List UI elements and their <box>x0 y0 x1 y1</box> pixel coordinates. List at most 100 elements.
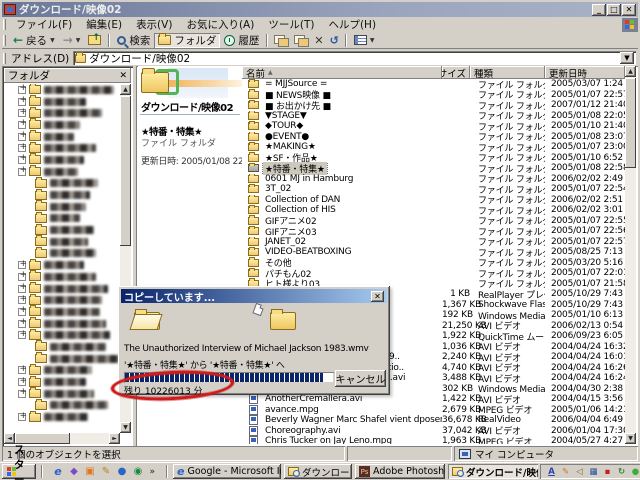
quick-launch-chevron-icon[interactable]: » <box>148 467 158 477</box>
undo-button[interactable]: ↺ <box>327 33 342 48</box>
tree-item[interactable] <box>4 106 120 119</box>
tree-scroll-thumb[interactable] <box>120 96 131 246</box>
table-row[interactable]: GIFアニメ03 ファイル フォルダ 2005/01/07 22:56 <box>242 225 625 238</box>
forward-button[interactable]: → ▼ <box>59 33 85 48</box>
tree-item[interactable] <box>4 317 120 330</box>
table-row[interactable]: JANET_02 ファイル フォルダ 2005/01/07 22:57 <box>242 236 625 248</box>
table-row[interactable]: Collection of DAN ファイル フォルダ 2006/02/02 2:5… <box>242 194 625 206</box>
tree-item[interactable] <box>4 387 120 400</box>
scroll-down-icon[interactable]: ▼ <box>120 422 131 433</box>
dialog-close-icon[interactable]: ✕ <box>371 290 384 302</box>
cancel-button[interactable]: キャンセル <box>335 370 386 387</box>
task-button-0[interactable]: eGoogle - Microsoft In.. <box>173 464 282 479</box>
tree-item[interactable] <box>4 246 120 260</box>
scroll-up-icon[interactable]: ▲ <box>625 66 636 77</box>
back-button[interactable]: ← 戻る ▼ <box>9 33 59 48</box>
column-header-type[interactable]: 種類 <box>470 66 545 79</box>
up-button[interactable] <box>84 33 105 48</box>
tree-close-icon[interactable]: ✕ <box>119 71 127 81</box>
scroll-down-icon[interactable]: ▼ <box>625 433 636 444</box>
tree-item[interactable] <box>4 352 120 365</box>
search-button[interactable]: 検索 <box>113 33 154 48</box>
expand-plus-icon[interactable] <box>18 411 27 422</box>
task-button-2[interactable]: PsAdobe Photoshop Lim.. <box>355 464 446 479</box>
outlook-launch-icon[interactable]: ◆ <box>68 465 81 478</box>
maximize-button[interactable]: □ <box>607 3 621 16</box>
rebar-grip[interactable] <box>3 52 6 64</box>
expand-plus-icon[interactable] <box>18 130 27 141</box>
forward-dropdown-icon[interactable]: ▼ <box>76 37 81 44</box>
back-dropdown-icon[interactable]: ▼ <box>50 37 55 44</box>
atok-icon[interactable]: ● <box>630 466 640 477</box>
menu-item-0[interactable]: ファイル(F) <box>9 16 79 33</box>
menu-item-3[interactable]: お気に入り(A) <box>179 16 261 33</box>
expand-plus-icon[interactable] <box>18 142 27 153</box>
tree-item[interactable] <box>4 270 120 283</box>
tree-item[interactable] <box>4 235 120 248</box>
app-tray-icon[interactable]: ▪ <box>602 466 613 477</box>
task-button-3[interactable]: ダウンロード/映像02 <box>448 464 539 479</box>
window-titlebar[interactable]: ダウンロード/映像02 _ □ ✕ <box>2 2 638 17</box>
table-row[interactable]: avance.mpg 2,679 KB MPEG ビデオ 2005/01/06 14:… <box>242 404 625 416</box>
table-row[interactable]: ■ お出かけ先 ■ ファイル フォルダ 2007/01/12 21:40 <box>242 99 625 112</box>
table-row[interactable]: Choreography.avi 37,042 KB AVI ビデオ 2006/01/… <box>242 425 625 437</box>
tree-item[interactable] <box>4 328 120 341</box>
tree-item[interactable] <box>4 130 120 143</box>
start-button[interactable]: スタート <box>2 444 36 480</box>
expand-plus-icon[interactable] <box>18 294 27 305</box>
tree-item[interactable] <box>4 153 120 166</box>
menu-item-4[interactable]: ツール(T) <box>261 16 321 33</box>
column-header-date[interactable]: 更新日時 <box>545 66 625 79</box>
sync-icon[interactable]: ↻ <box>616 466 627 477</box>
expand-plus-icon[interactable] <box>18 305 27 316</box>
move-to-button[interactable] <box>271 33 291 48</box>
expand-plus-icon[interactable] <box>18 165 27 176</box>
scroll-up-icon[interactable]: ▲ <box>120 84 131 95</box>
messenger-launch-icon[interactable]: ● <box>116 465 129 478</box>
scroll-right-icon[interactable]: ► <box>109 433 120 444</box>
column-header-size[interactable]: サイズ <box>442 66 470 79</box>
address-input[interactable]: ダウンロード/映像02 ▼ <box>73 51 636 65</box>
tree-item[interactable] <box>4 84 120 96</box>
close-button[interactable]: ✕ <box>622 3 636 16</box>
expand-plus-icon[interactable] <box>18 84 27 94</box>
history-button[interactable]: 履歴 <box>220 33 263 48</box>
table-row[interactable]: ◆TOUR◆ ファイル フォルダ 2005/01/10 21:40 <box>242 121 625 133</box>
address-dropdown-icon[interactable]: ▼ <box>620 52 634 64</box>
ime-icon[interactable]: A <box>546 466 557 477</box>
table-row[interactable]: 3T_02 ファイル フォルダ 2005/01/07 22:54 <box>242 184 625 196</box>
expand-plus-icon[interactable] <box>18 107 27 118</box>
expand-plus-icon[interactable] <box>18 329 27 340</box>
tree-item[interactable] <box>4 211 120 225</box>
expand-plus-icon[interactable] <box>18 317 27 328</box>
table-row[interactable]: ●EVENT● ファイル フォルダ 2005/01/08 23:07 <box>242 131 625 143</box>
table-row[interactable]: Chris Tucker on Jay Leno.mpg 1,963 KB MPEG… <box>242 436 625 444</box>
tree-item[interactable] <box>4 363 120 377</box>
expand-plus-icon[interactable] <box>18 259 27 270</box>
media-launch-icon[interactable]: ▣ <box>84 465 97 478</box>
list-vertical-scrollbar[interactable]: ▲ ▼ <box>625 66 636 444</box>
tree-item[interactable] <box>4 223 120 236</box>
tree-item[interactable] <box>4 200 120 213</box>
tree-item[interactable] <box>4 165 120 178</box>
tree-item[interactable] <box>4 410 120 423</box>
expand-plus-icon[interactable] <box>18 282 27 293</box>
tree-item[interactable] <box>4 398 120 412</box>
expand-plus-icon[interactable] <box>18 387 27 398</box>
copy-to-button[interactable] <box>291 33 311 48</box>
task-button-1[interactable]: ダウンロード/映像02 <box>284 464 353 479</box>
tree-item[interactable] <box>4 340 120 353</box>
tree-item[interactable] <box>4 95 120 108</box>
minimize-button[interactable]: _ <box>592 3 606 16</box>
tree-item[interactable] <box>4 176 120 190</box>
pen-launch-icon[interactable]: ✎ <box>100 465 113 478</box>
expand-plus-icon[interactable] <box>18 376 27 387</box>
views-button[interactable]: ▼ <box>350 33 379 48</box>
table-row[interactable]: AnotherCremallera.avi 1,422 KB AVI ビデオ 2004… <box>242 394 625 406</box>
expand-plus-icon[interactable] <box>18 95 27 106</box>
rebar-grip[interactable] <box>3 34 6 46</box>
column-header-name[interactable]: 名前 ▲ <box>242 66 442 79</box>
menu-item-2[interactable]: 表示(V) <box>129 16 179 33</box>
pen-tray-icon[interactable]: ✎ <box>560 466 571 477</box>
menu-item-5[interactable]: ヘルプ(H) <box>321 16 383 33</box>
